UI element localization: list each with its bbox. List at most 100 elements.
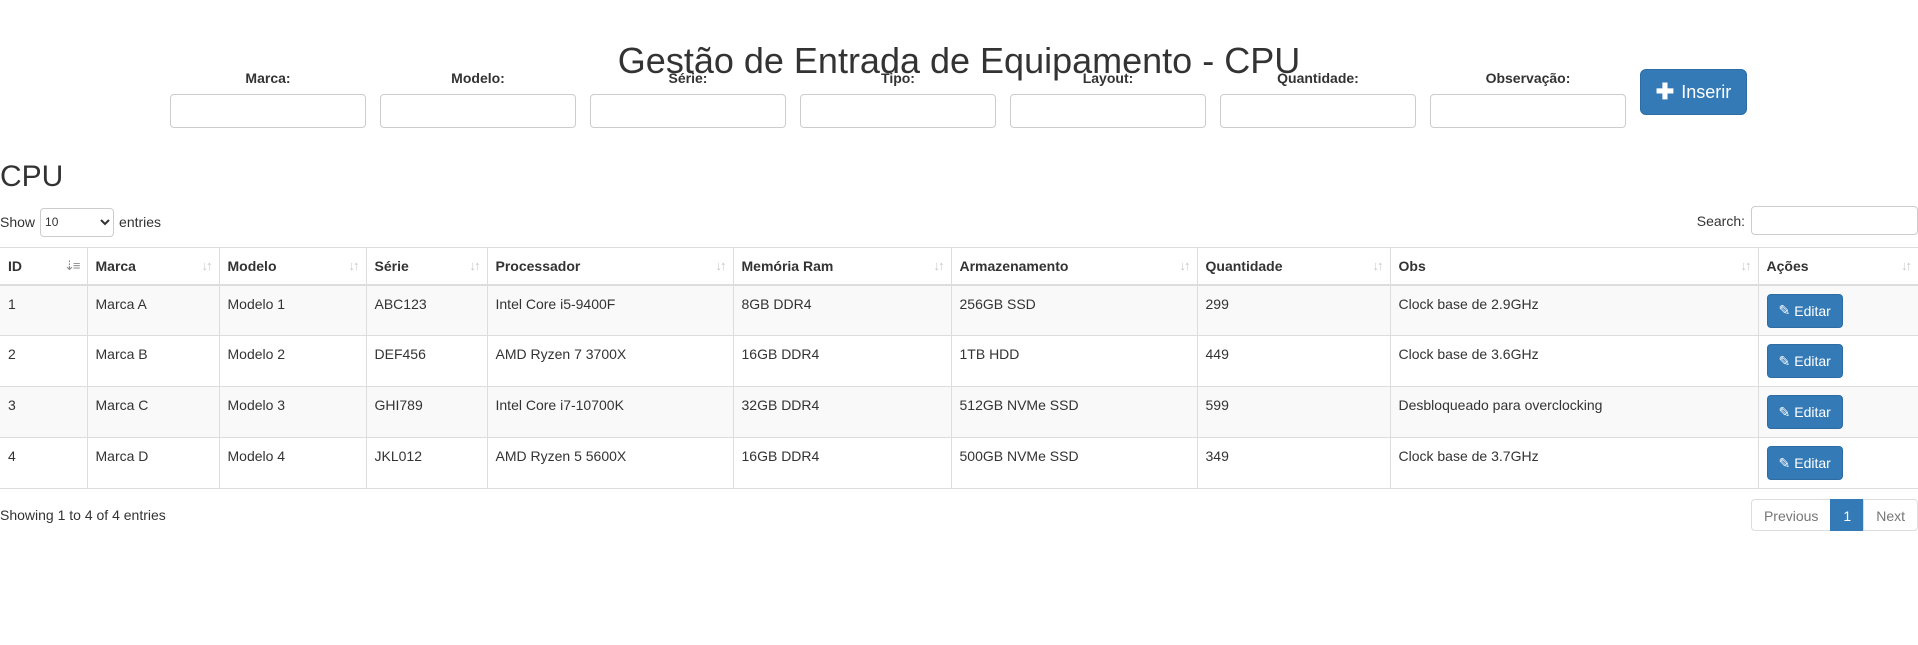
col-header-label: Ações bbox=[1766, 257, 1809, 274]
col-header-label: Série bbox=[374, 257, 409, 274]
edit-button[interactable]: ✎ Editar bbox=[1766, 446, 1843, 480]
table-info: Showing 1 to 4 of 4 entries bbox=[0, 507, 166, 523]
edit-button-label: Editar bbox=[1794, 455, 1831, 471]
col-header-memoria[interactable]: Memória Ram ↓↑ bbox=[732, 247, 951, 286]
quantidade-label: Quantidade: bbox=[1277, 70, 1359, 86]
pagination: Previous 1 Next bbox=[1750, 499, 1918, 531]
cell-modelo: Modelo 4 bbox=[218, 437, 366, 489]
sort-both-icon: ↓↑ bbox=[1740, 258, 1752, 273]
table-row: 1 Marca A Modelo 1 ABC123 Intel Core i5-… bbox=[0, 284, 1918, 336]
cell-id: 3 bbox=[0, 386, 87, 438]
search-label: Search: bbox=[1696, 212, 1745, 229]
cell-acoes: ✎ Editar bbox=[1757, 335, 1918, 387]
layout-label: Layout: bbox=[1082, 70, 1134, 86]
previous-page-button[interactable]: Previous bbox=[1750, 499, 1832, 531]
col-header-obs[interactable]: Obs ↓↑ bbox=[1389, 247, 1758, 286]
sort-both-icon: ↓↑ bbox=[1179, 258, 1191, 273]
cell-obs: Desbloqueado para overclocking bbox=[1389, 386, 1758, 438]
search-input[interactable] bbox=[1751, 206, 1918, 235]
entries-label: entries bbox=[119, 214, 162, 230]
cell-obs: Clock base de 2.9GHz bbox=[1389, 284, 1758, 336]
modelo-label: Modelo: bbox=[451, 70, 505, 86]
col-header-label: Processador bbox=[495, 257, 581, 274]
edit-button-label: Editar bbox=[1794, 353, 1831, 369]
pencil-icon: ✎ bbox=[1778, 352, 1791, 369]
cell-memoria: 8GB DDR4 bbox=[732, 284, 951, 336]
show-label: Show bbox=[0, 214, 36, 230]
cell-memoria: 16GB DDR4 bbox=[732, 437, 951, 489]
cell-armazenamento: 1TB HDD bbox=[950, 335, 1197, 387]
cell-serie: ABC123 bbox=[365, 284, 487, 336]
col-header-quantidade[interactable]: Quantidade ↓↑ bbox=[1196, 247, 1390, 286]
tipo-input[interactable] bbox=[800, 94, 996, 128]
cell-modelo: Modelo 1 bbox=[218, 284, 366, 336]
cell-marca: Marca A bbox=[86, 284, 219, 336]
section-title: CPU bbox=[0, 160, 64, 193]
edit-button[interactable]: ✎ Editar bbox=[1766, 395, 1843, 429]
observacao-input[interactable] bbox=[1430, 94, 1626, 128]
insert-button[interactable]: ✚ Inserir bbox=[1640, 69, 1747, 115]
cell-modelo: Modelo 2 bbox=[218, 335, 366, 387]
cell-armazenamento: 512GB NVMe SSD bbox=[950, 386, 1197, 438]
cell-acoes: ✎ Editar bbox=[1757, 386, 1918, 438]
pencil-icon: ✎ bbox=[1778, 454, 1791, 471]
quantidade-input[interactable] bbox=[1220, 94, 1416, 128]
sort-both-icon: ↓↑ bbox=[933, 258, 945, 273]
col-header-processador[interactable]: Processador ↓↑ bbox=[486, 247, 733, 286]
sort-both-icon: ↓↑ bbox=[201, 258, 213, 273]
col-header-serie[interactable]: Série ↓↑ bbox=[365, 247, 487, 286]
col-header-label: Memória Ram bbox=[741, 257, 834, 274]
col-header-label: Quantidade bbox=[1205, 257, 1283, 274]
col-header-modelo[interactable]: Modelo ↓↑ bbox=[218, 247, 366, 286]
cell-processador: Intel Core i5-9400F bbox=[486, 284, 733, 336]
plus-icon: ✚ bbox=[1655, 79, 1675, 104]
cell-quantidade: 599 bbox=[1196, 386, 1390, 438]
search-control: Search: bbox=[1697, 206, 1918, 235]
cell-processador: Intel Core i7-10700K bbox=[486, 386, 733, 438]
observacao-field: Observação: bbox=[1430, 69, 1626, 128]
pencil-icon: ✎ bbox=[1778, 302, 1791, 318]
cell-armazenamento: 256GB SSD bbox=[950, 284, 1197, 336]
col-header-acoes[interactable]: Ações ↓↑ bbox=[1757, 247, 1918, 286]
next-page-button[interactable]: Next bbox=[1863, 499, 1918, 531]
cell-serie: JKL012 bbox=[365, 437, 487, 489]
serie-field: Série: bbox=[590, 69, 786, 128]
modelo-field: Modelo: bbox=[380, 69, 576, 128]
marca-input[interactable] bbox=[170, 94, 366, 128]
cell-processador: AMD Ryzen 5 5600X bbox=[486, 437, 733, 489]
modelo-input[interactable] bbox=[380, 94, 576, 128]
layout-input[interactable] bbox=[1010, 94, 1206, 128]
tipo-label: Tipo: bbox=[881, 70, 915, 86]
col-header-label: Marca bbox=[95, 257, 136, 274]
edit-button[interactable]: ✎ Editar bbox=[1766, 293, 1843, 328]
cell-id: 2 bbox=[0, 335, 87, 387]
table-header-row: ID ⇣≡ Marca ↓↑ Modelo ↓↑ Série ↓↑ Processado… bbox=[0, 247, 1918, 286]
sort-asc-icon: ⇣≡ bbox=[64, 258, 81, 273]
cell-armazenamento: 500GB NVMe SSD bbox=[950, 437, 1197, 489]
serie-input[interactable] bbox=[590, 94, 786, 128]
cell-quantidade: 349 bbox=[1196, 437, 1390, 489]
col-header-label: Armazenamento bbox=[959, 257, 1069, 274]
sort-both-icon: ↓↑ bbox=[469, 258, 481, 273]
entries-select[interactable]: 10 bbox=[40, 207, 115, 237]
edit-button[interactable]: ✎ Editar bbox=[1766, 344, 1843, 378]
page-1-button[interactable]: 1 bbox=[1830, 499, 1865, 531]
quantidade-field: Quantidade: bbox=[1220, 69, 1416, 128]
sort-both-icon: ↓↑ bbox=[715, 258, 727, 273]
table-row: 4 Marca D Modelo 4 JKL012 AMD Ryzen 5 56… bbox=[0, 437, 1918, 489]
col-header-label: Obs bbox=[1398, 257, 1426, 274]
cell-memoria: 16GB DDR4 bbox=[732, 335, 951, 387]
col-header-id[interactable]: ID ⇣≡ bbox=[0, 247, 87, 286]
entries-length-control: Show 10 entries bbox=[0, 207, 161, 237]
cell-marca: Marca D bbox=[86, 437, 219, 489]
col-header-armazenamento[interactable]: Armazenamento ↓↑ bbox=[950, 247, 1197, 286]
marca-field: Marca: bbox=[170, 69, 366, 128]
col-header-marca[interactable]: Marca ↓↑ bbox=[86, 247, 219, 286]
cell-quantidade: 299 bbox=[1196, 284, 1390, 336]
cell-processador: AMD Ryzen 7 3700X bbox=[486, 335, 733, 387]
cell-id: 4 bbox=[0, 437, 87, 489]
col-header-label: Modelo bbox=[227, 257, 277, 274]
sort-both-icon: ↓↑ bbox=[1901, 258, 1912, 273]
cell-marca: Marca C bbox=[86, 386, 219, 438]
cell-id: 1 bbox=[0, 284, 87, 336]
